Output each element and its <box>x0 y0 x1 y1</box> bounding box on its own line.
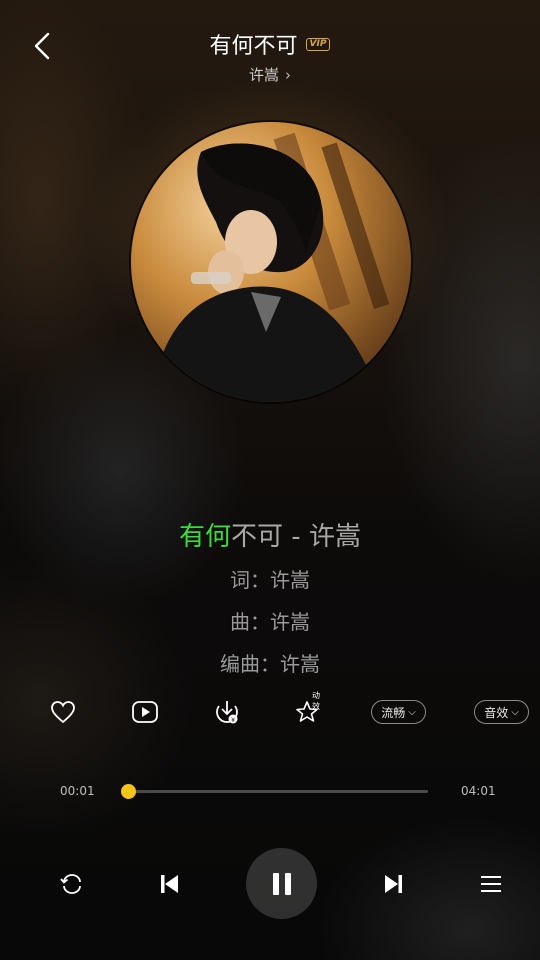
download-icon: ¥ <box>216 701 238 724</box>
repeat-button[interactable] <box>56 870 88 898</box>
lyric-current-line: 有何不可 - 许嵩 <box>0 515 540 559</box>
total-duration: 04:01 <box>461 784 496 798</box>
like-button[interactable] <box>46 692 80 732</box>
heart-icon <box>51 701 75 724</box>
quality-label: 流畅 <box>381 705 406 720</box>
progress-track[interactable] <box>121 784 428 799</box>
progress-handle[interactable] <box>121 784 137 799</box>
skip-previous-icon <box>161 875 178 893</box>
effects-button[interactable]: 动效 <box>292 691 326 732</box>
svg-text:¥: ¥ <box>231 717 235 724</box>
quality-selector[interactable]: 流畅 ⌵ <box>371 700 426 724</box>
artist-link[interactable]: 许嵩 › <box>0 64 540 85</box>
progress-bar[interactable]: 00:01 04:01 <box>0 780 540 804</box>
song-title: 有何不可 <box>209 34 298 59</box>
lyric-line: 编曲：许嵩 <box>220 652 320 676</box>
album-cover[interactable] <box>131 122 411 402</box>
previous-button[interactable] <box>154 870 184 898</box>
chevron-down-icon: ⌵ <box>511 706 519 718</box>
playlist-button[interactable] <box>476 870 506 898</box>
pause-button[interactable] <box>246 848 317 919</box>
sound-effect-label: 音效 <box>484 705 509 720</box>
next-button[interactable] <box>379 870 409 898</box>
video-button[interactable] <box>128 692 162 732</box>
play-circle-icon <box>132 701 158 723</box>
playback-controls <box>0 848 540 920</box>
title-row: 有何不可 VIP <box>0 28 540 60</box>
lyric-rest: 不可 - 许嵩 <box>231 522 361 552</box>
artist-name: 许嵩 <box>248 66 279 84</box>
header: 有何不可 VIP 许嵩 › <box>0 0 540 100</box>
effects-tag: 动效 <box>312 691 320 711</box>
skip-next-icon <box>385 875 402 893</box>
vip-badge: VIP <box>305 37 331 51</box>
chevron-down-icon: ⌵ <box>408 706 416 718</box>
lyrics-panel[interactable]: 有何不可 - 许嵩 词：许嵩 曲：许嵩 编曲：许嵩 <box>0 515 540 685</box>
action-bar: ¥ 动效 <box>0 691 540 732</box>
download-button[interactable]: ¥ <box>210 692 244 732</box>
sound-effect-selector[interactable]: 音效 ⌵ <box>474 700 529 724</box>
lyric-line: 曲：许嵩 <box>230 610 310 634</box>
repeat-icon <box>60 874 81 894</box>
lyric-highlighted: 有何 <box>179 522 232 552</box>
playlist-icon <box>481 876 501 892</box>
album-art-image <box>131 122 411 402</box>
chevron-right-icon: › <box>285 66 291 84</box>
lyric-line: 词：许嵩 <box>230 568 310 592</box>
elapsed-time: 00:01 <box>60 784 95 798</box>
pause-icon <box>272 872 291 895</box>
